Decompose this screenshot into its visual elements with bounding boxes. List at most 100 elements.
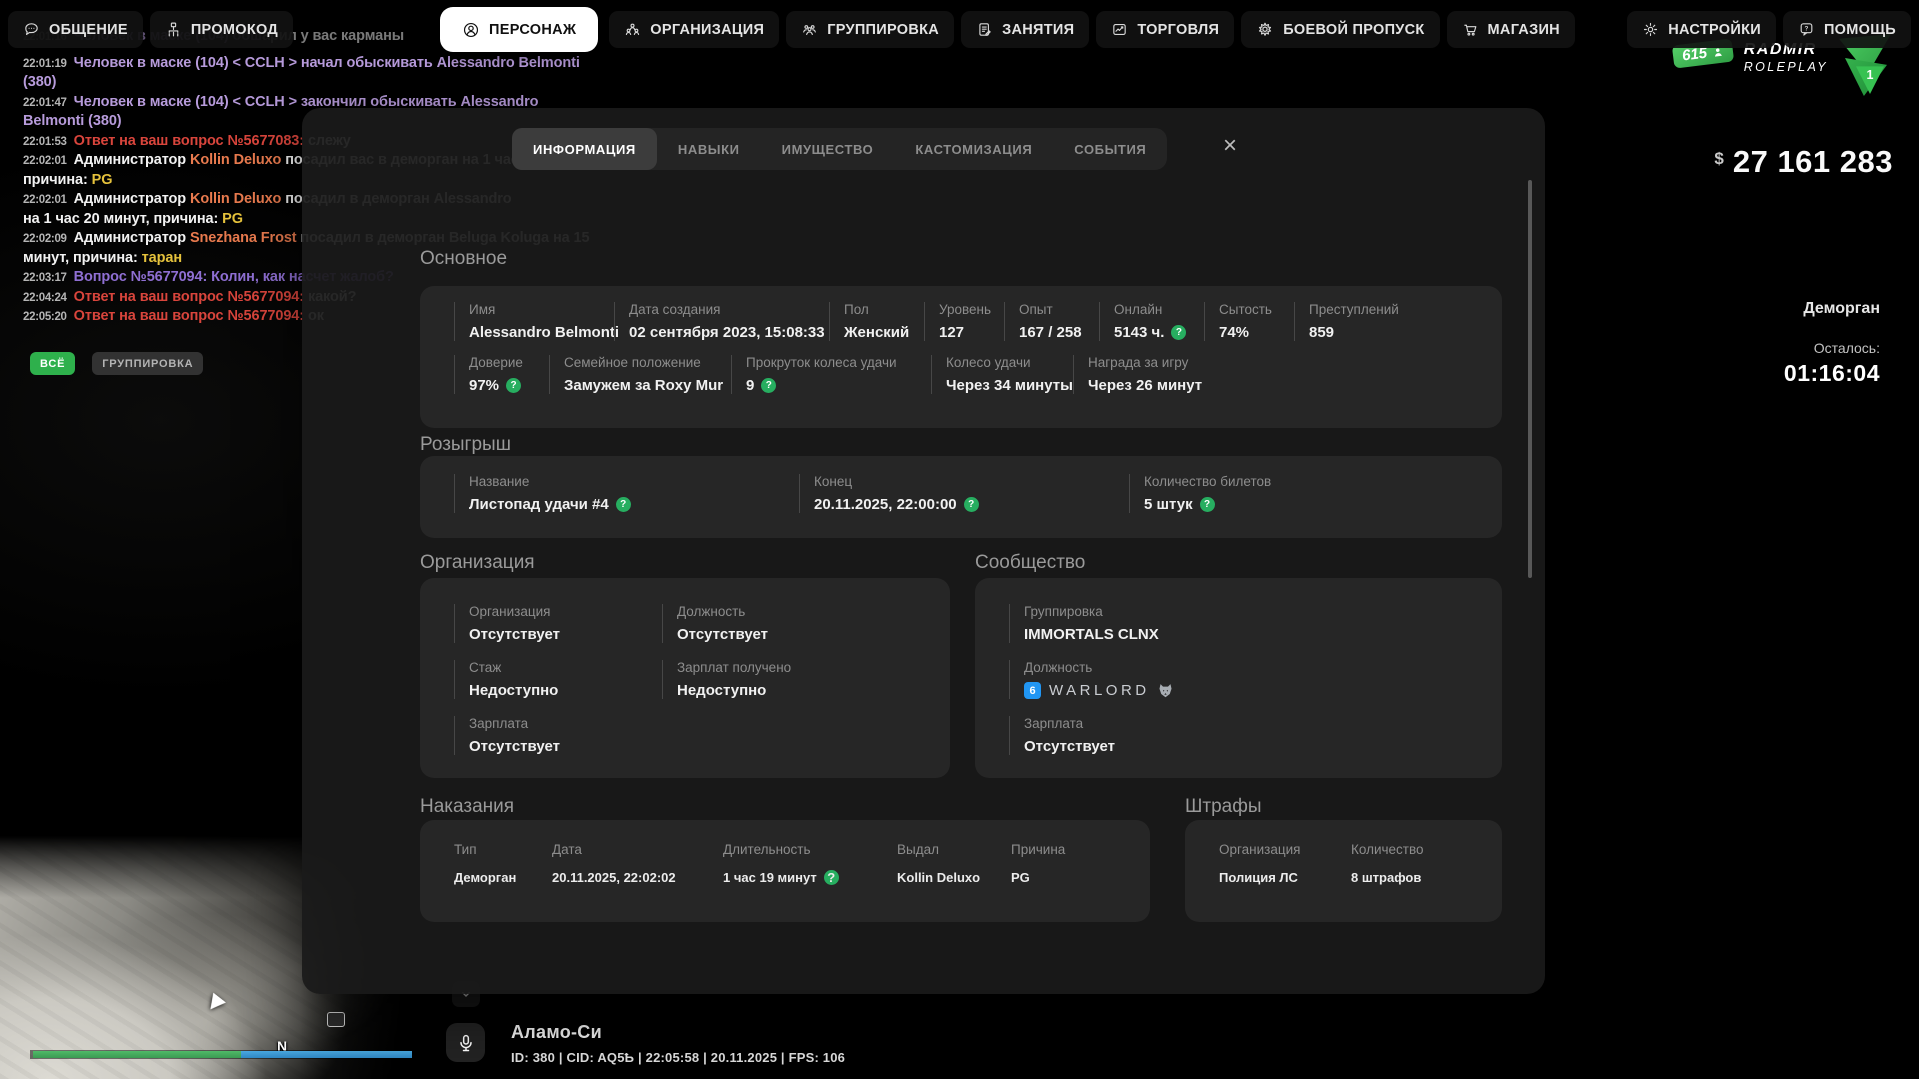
stat-value: IMMORTALS CLNX (1024, 626, 1159, 643)
stat-label: Организация (469, 604, 551, 619)
trade-icon (1111, 21, 1128, 38)
chat-text: минут, причина: (23, 249, 142, 266)
nav-button-tasks[interactable]: ЗАНЯТИЯ (961, 11, 1090, 48)
stat-field: Имя Alessandro Belmonti (454, 302, 620, 341)
stat-label: Название (469, 474, 530, 489)
stat-value: 5143 ч.? (1114, 324, 1204, 341)
stat-label: Опыт (1019, 302, 1053, 317)
nav-label: БОЕВОЙ ПРОПУСК (1283, 21, 1425, 38)
stat-value: 9? (746, 377, 931, 394)
help-icon[interactable]: ? (615, 497, 631, 512)
stat-label: Зарплат получено (677, 660, 792, 675)
stat-column: Организация Отсутствует Стаж Недоступно Зарп… (454, 604, 662, 778)
player-arrow-icon (204, 992, 226, 1015)
stat-label: Преступлений (1309, 302, 1399, 317)
tab-customization[interactable]: КАСТОМИЗАЦИЯ (894, 128, 1053, 170)
chat-timestamp: 22:04:24 (23, 291, 67, 304)
nav-button-help[interactable]: ? ПОМОЩЬ (1782, 11, 1911, 48)
stat-label: Должность (677, 604, 746, 619)
cart-icon (1462, 21, 1479, 38)
health-bar (33, 1051, 241, 1058)
help-icon[interactable]: ? (1171, 325, 1187, 340)
stat-label: Онлайн (1114, 302, 1163, 317)
logo-badge-number: 1 (1866, 68, 1874, 82)
chat-text: PG (91, 171, 113, 188)
microphone-icon (459, 1034, 472, 1051)
table-header-cell: Организация (1219, 842, 1301, 857)
stat-value: Листопад удачи #4? (469, 496, 799, 513)
tasks-icon (976, 21, 993, 38)
chat-filter-group[interactable]: ГРУППИРОВКА (92, 352, 204, 375)
tab-events[interactable]: СОБЫТИЯ (1053, 128, 1167, 170)
nav-button-settings[interactable]: НАСТРОЙКИ (1627, 11, 1776, 48)
table-header: Организация Количество (1219, 842, 1502, 857)
chat-timestamp: 22:03:17 (23, 272, 67, 284)
tab-skills[interactable]: НАВЫКИ (657, 128, 761, 170)
nav-button-organization[interactable]: ОРГАНИЗАЦИЯ (609, 11, 780, 48)
help-icon[interactable]: ? (506, 378, 522, 393)
nav-button-shop[interactable]: МАГАЗИН (1446, 11, 1575, 48)
community-card: Группировка IMMORTALS CLNX Должность 6 WARLO… (975, 578, 1502, 778)
money-amount: 27 161 283 (1732, 144, 1893, 179)
chat-filters: ВСЁ ГРУППИРОВКА (30, 352, 204, 375)
table-header: Тип Дата Длительность Выдал Причина (454, 842, 1150, 857)
stat-field: Пол Женский (829, 302, 924, 341)
chat-timestamp: 22:02:01 (23, 194, 67, 206)
chat-line: 22:01:19 Человек в маске (104) < CCLH > н… (23, 54, 643, 74)
stat-value: Отсутствует (1024, 738, 1116, 755)
chat-filter-all[interactable]: ВСЁ (30, 352, 76, 375)
help-icon[interactable]: ? (823, 870, 839, 885)
stat-field: Зарплата Отсутствует (1009, 716, 1174, 755)
nav-left-group: ОБЩЕНИЕ ПРОМОКОД ПЕРСОНАЖ ОРГАНИЗАЦИЯ ГРУППИ… (8, 7, 1575, 52)
stat-label: Дата создания (629, 302, 721, 317)
stat-label: Сытость (1219, 302, 1272, 317)
chat-text: Belmonti (380) (23, 113, 122, 129)
table-cell: Деморган (454, 870, 517, 885)
chat-text: Ответ на ваш вопрос №5677094: (73, 308, 308, 324)
table-row: Полиция ЛС 8 штрафов (1219, 870, 1502, 885)
stat-value: Через 34 минуты (946, 377, 1073, 394)
microphone-button[interactable] (446, 1023, 485, 1062)
location-name: Аламо-Си (511, 1022, 602, 1042)
chat-text: PG (222, 210, 243, 227)
chat-timestamp: 22:01:19 (23, 57, 67, 70)
stat-label: Уровень (939, 302, 992, 317)
chat-message: 22:01:19 Человек в маске (104) < CCLH > н… (23, 54, 643, 93)
help-icon[interactable]: ? (1199, 497, 1215, 512)
stat-row: Имя Alessandro Belmonti Дата создания 02 се… (454, 302, 1502, 341)
stat-row: Название Листопад удачи #4? Конец 20.11.202… (454, 474, 1502, 513)
jail-remaining-time: 01:16:04 (1783, 360, 1880, 386)
nav-label: ЗАНЯТИЯ (1002, 21, 1075, 38)
nav-button-battlepass[interactable]: БОЕВОЙ ПРОПУСК (1241, 11, 1440, 48)
nav-button-chat[interactable]: ОБЩЕНИЕ (8, 11, 143, 48)
nav-button-group[interactable]: ГРУППИРОВКА (786, 11, 955, 48)
nav-button-trade[interactable]: ТОРГОВЛЯ (1096, 11, 1235, 48)
stat-value: 6 WARLORD (1024, 682, 1174, 699)
stat-value: 859 (1309, 324, 1335, 341)
panel-scrollbar[interactable] (1528, 180, 1532, 578)
stat-column: Группировка IMMORTALS CLNX Должность 6 WARLO… (1009, 604, 1174, 778)
chat-text: таран (141, 249, 183, 266)
nav-button-person[interactable]: ПЕРСОНАЖ (440, 7, 599, 52)
stat-label: Доверие (469, 355, 523, 370)
status-line: ID: 380 | CID: AQ5Ҍ | 22:05:58 | 20.11.2… (511, 1050, 846, 1065)
nav-label: ОРГАНИЗАЦИЯ (650, 21, 765, 38)
table-row: Деморган 20.11.2025, 22:02:02 1 час 19 мин… (454, 870, 1150, 885)
close-button[interactable]: × (1214, 130, 1246, 162)
help-icon[interactable]: ? (963, 497, 979, 512)
stat-value: Alessandro Belmonti (469, 324, 620, 341)
nav-button-promo[interactable]: ПРОМОКОД (149, 11, 294, 48)
table-header-cell: Тип (454, 842, 477, 857)
stat-field: Должность 6 WARLORD (1009, 660, 1174, 699)
stat-value: Недоступно (677, 682, 767, 699)
chat-text: причина: (23, 171, 92, 188)
tab-property[interactable]: ИМУЩЕСТВО (761, 128, 895, 170)
chat-icon (23, 21, 40, 38)
stat-value: Отсутствует (469, 738, 561, 755)
help-icon[interactable]: ? (761, 378, 777, 393)
tab-info[interactable]: ИНФОРМАЦИЯ (512, 128, 657, 170)
stat-label: Пол (844, 302, 869, 317)
stat-label: Прокруток колеса удачи (746, 355, 897, 370)
stat-label: Количество билетов (1144, 474, 1272, 489)
organization-card: Организация Отсутствует Стаж Недоступно Зарп… (420, 578, 950, 778)
